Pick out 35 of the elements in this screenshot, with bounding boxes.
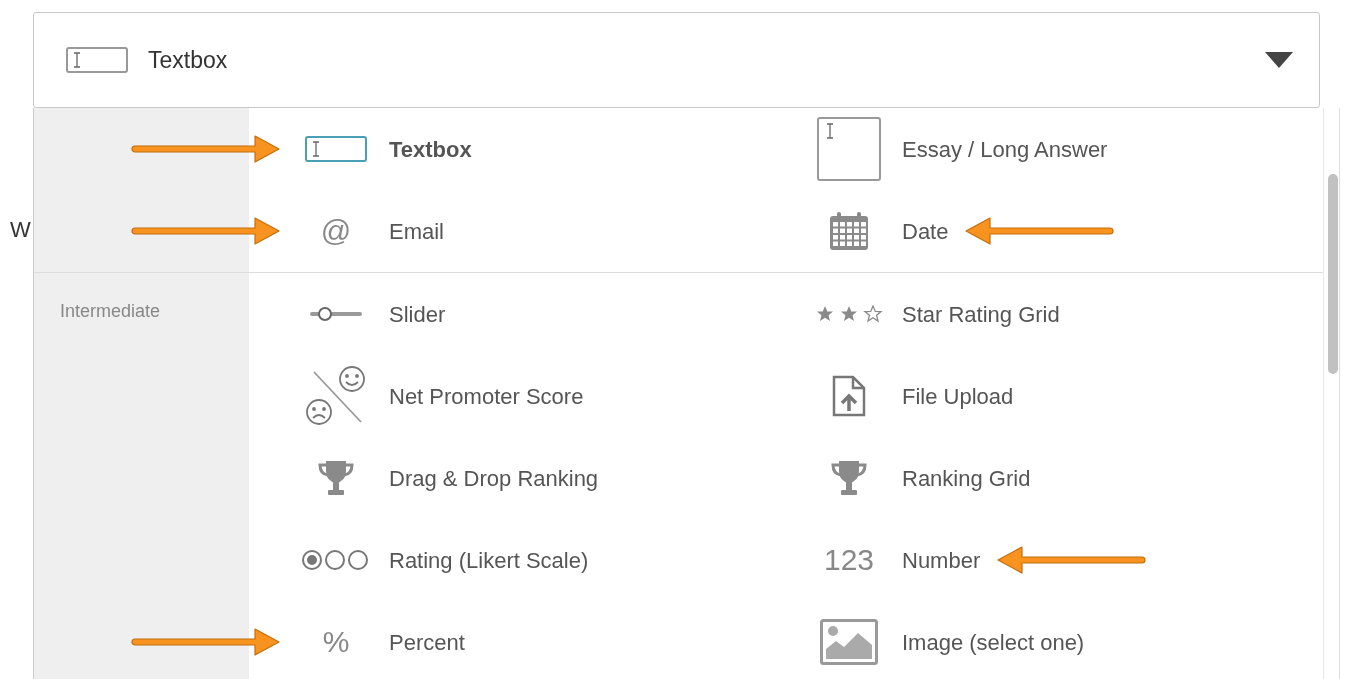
scrollbar[interactable] (1323, 108, 1339, 679)
group-label: Intermediate (60, 301, 161, 321)
trophy-icon (317, 460, 355, 496)
scrollbar-thumb[interactable] (1328, 174, 1338, 374)
question-type-option[interactable]: Textbox (389, 132, 472, 166)
radio-buttons-icon (301, 549, 371, 571)
stars-icon (815, 305, 883, 323)
question-type-option[interactable]: Rating (Likert Scale) (389, 543, 589, 577)
calendar-icon (829, 211, 869, 251)
slider-icon (308, 304, 364, 324)
question-type-option[interactable]: Number (902, 543, 981, 577)
question-type-option[interactable]: Essay / Long Answer (902, 132, 1108, 166)
question-type-option[interactable]: Star Rating Grid (902, 297, 1060, 331)
question-type-option[interactable]: File Upload (902, 379, 1014, 413)
question-type-option[interactable]: Drag & Drop Ranking (389, 461, 599, 495)
question-type-select[interactable]: Textbox (33, 12, 1320, 108)
caret-icon (1265, 52, 1293, 68)
question-type-option[interactable]: Ranking Grid (902, 461, 1031, 495)
text-field-icon (305, 136, 367, 162)
question-type-option[interactable]: Slider (389, 297, 446, 331)
text-field-icon (66, 47, 128, 73)
question-type-option[interactable]: Date (902, 214, 949, 248)
image-icon (820, 619, 878, 665)
symbol-icon: @ (320, 216, 352, 246)
question-type-option[interactable]: Email (389, 214, 444, 248)
text-area-icon (817, 117, 881, 181)
file-upload-icon (832, 375, 866, 417)
faces-icon (305, 365, 367, 427)
background-text: W (10, 217, 31, 242)
symbol-icon: % (322, 627, 350, 657)
question-type-option[interactable]: Image (select one) (902, 625, 1085, 659)
trophy-icon (830, 460, 868, 496)
question-type-option[interactable]: Net Promoter Score (389, 379, 584, 413)
symbol-icon: 123 (823, 545, 875, 575)
question-type-option[interactable]: Percent (389, 625, 465, 659)
